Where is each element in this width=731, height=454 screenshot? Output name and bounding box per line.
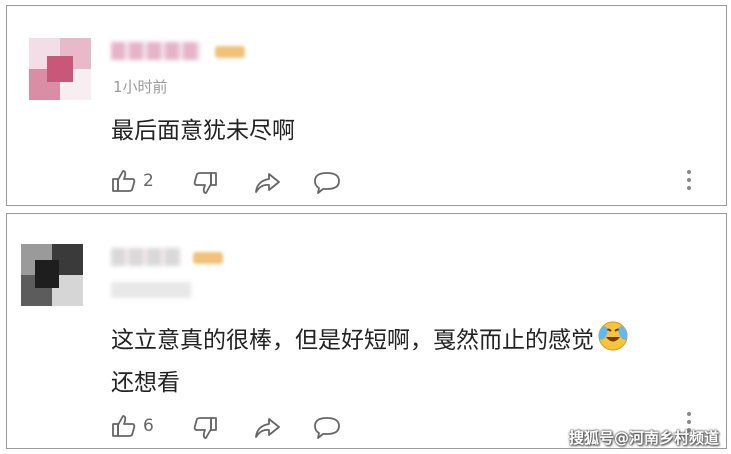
comment-line: 最后面意犹未尽啊 (111, 118, 295, 144)
comment-line-text: 这立意真的很棒，但是好短啊，戛然而止的感觉 (111, 327, 594, 354)
username-blurred[interactable] (111, 248, 181, 266)
reply-button[interactable] (313, 170, 341, 196)
like-count: 2 (143, 171, 154, 191)
user-badge (215, 46, 245, 58)
reply-button[interactable] (313, 415, 341, 441)
comment-text: 这立意真的很棒，但是好短啊，戛然而止的感觉 还想看 (111, 318, 630, 402)
share-icon (255, 418, 280, 438)
share-button[interactable] (253, 170, 281, 196)
user-badge (193, 252, 223, 264)
avatar-pixel (47, 56, 73, 82)
thumbs-up-icon (112, 415, 136, 437)
watermark: 搜狐号@河南乡村频道 (568, 429, 719, 447)
like-count: 6 (143, 416, 154, 436)
crying-laughing-emoji-icon (596, 318, 630, 364)
thumbs-down-icon (193, 417, 217, 439)
dislike-button[interactable] (192, 415, 218, 441)
comment-card: 这立意真的很棒，但是好短啊，戛然而止的感觉 还想看 6 (6, 213, 727, 449)
comment-time-blurred (111, 282, 191, 298)
like-button[interactable]: 6 (111, 413, 154, 439)
comment-line: 这立意真的很棒，但是好短啊，戛然而止的感觉 (111, 318, 630, 364)
share-button[interactable] (253, 415, 281, 441)
more-vertical-icon[interactable] (686, 170, 692, 198)
comment-time: 1小时前 (113, 78, 168, 96)
like-button[interactable]: 2 (111, 168, 154, 194)
comment-icon (314, 417, 340, 439)
share-icon (255, 173, 280, 193)
avatar-pixel (35, 260, 59, 288)
comment-icon (314, 172, 340, 194)
username-blurred[interactable] (111, 42, 201, 60)
dislike-button[interactable] (192, 170, 218, 196)
avatar[interactable] (21, 244, 83, 306)
avatar[interactable] (29, 38, 91, 100)
comment-text: 最后面意犹未尽啊 (111, 112, 295, 150)
thumbs-down-icon (193, 172, 217, 194)
comment-card: 1小时前 最后面意犹未尽啊 2 (6, 5, 727, 206)
thumbs-up-icon (112, 170, 136, 192)
comment-line: 还想看 (111, 370, 180, 396)
